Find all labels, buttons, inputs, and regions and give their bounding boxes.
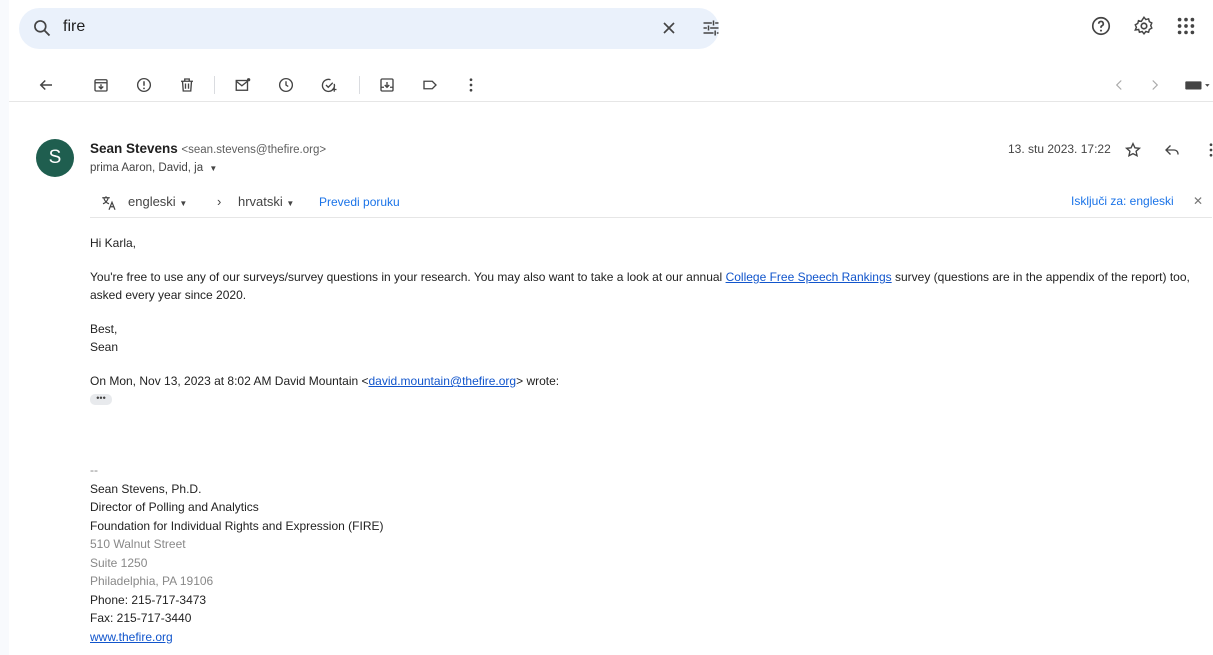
greeting: Hi Karla, (90, 236, 137, 250)
translate-arrow-icon: › (217, 194, 222, 209)
message-toolbar (9, 66, 1213, 102)
toolbar-divider (359, 76, 360, 94)
target-language-dropdown-icon[interactable]: ▼ (286, 199, 294, 208)
mark-unread-icon[interactable] (233, 75, 253, 95)
quoted-header: On Mon, Nov 13, 2023 at 8:02 AM David Mo… (90, 372, 1200, 390)
signature-city: Philadelphia, PA 19106 (90, 574, 214, 588)
sender-avatar[interactable]: S (36, 139, 74, 177)
message-date: 13. stu 2023. 17:22 (1008, 142, 1111, 156)
toolbar-divider (214, 76, 215, 94)
signature-suite: Suite 1250 (90, 555, 148, 570)
search-icon[interactable] (32, 18, 52, 38)
search-bar[interactable]: fire (19, 8, 719, 49)
recipients-text: prima Aaron, David, ja (90, 162, 204, 174)
message-body: Hi Karla, You're free to use any of our … (90, 234, 1200, 408)
message-more-icon[interactable] (1202, 141, 1213, 159)
show-trimmed-content-button[interactable]: ••• (90, 394, 112, 406)
recipients-toggle[interactable]: prima Aaron, David, ja ▼ (90, 162, 217, 174)
reply-icon[interactable] (1163, 141, 1181, 159)
translate-icon (102, 196, 116, 210)
snooze-clock-icon[interactable] (276, 75, 296, 95)
source-language-select[interactable]: engleski ▼ (128, 194, 187, 209)
more-options-icon[interactable] (461, 75, 481, 95)
target-language-select[interactable]: hrvatski ▼ (238, 194, 294, 209)
clear-search-icon[interactable] (659, 18, 679, 38)
signature: -- Sean Stevens, Ph.D. Director of Polli… (90, 461, 383, 646)
translate-bar: engleski ▼ › hrvatski ▼ Prevedi poruku I… (90, 186, 1212, 218)
delete-trash-icon[interactable] (177, 75, 197, 95)
report-spam-icon[interactable] (134, 75, 154, 95)
sender-line: Sean Stevens <sean.stevens@thefire.org> (90, 141, 326, 156)
label-icon[interactable] (420, 75, 440, 95)
closing: Best, Sean (90, 320, 1200, 356)
quote-text: On Mon, Nov 13, 2023 at 8:02 AM David Mo… (90, 374, 369, 388)
source-language-dropdown-icon[interactable]: ▼ (179, 199, 187, 208)
search-input[interactable]: fire (63, 18, 85, 36)
source-language-label: engleski (128, 194, 176, 209)
signature-website-link[interactable]: www.thefire.org (90, 630, 173, 644)
signature-phone: Phone: 215-717-3473 (90, 592, 207, 607)
sender-email: <sean.stevens@thefire.org> (181, 144, 327, 156)
body-text: You're free to use any of our surveys/su… (90, 270, 726, 284)
back-arrow-icon[interactable] (36, 75, 56, 95)
search-options-icon[interactable] (701, 18, 721, 38)
quote-text: > wrote: (516, 374, 560, 388)
translate-message-link[interactable]: Prevedi poruku (319, 195, 400, 209)
star-icon[interactable] (1124, 141, 1142, 159)
closing-name: Sean (90, 340, 119, 354)
signature-fax: Fax: 215-717-3440 (90, 611, 192, 625)
help-icon[interactable] (1090, 15, 1112, 37)
signature-title: Director of Polling and Analytics (90, 500, 259, 514)
sender-name[interactable]: Sean Stevens (90, 141, 178, 156)
body-paragraph: You're free to use any of our surveys/su… (90, 268, 1200, 304)
signature-street: 510 Walnut Street (90, 537, 186, 551)
quote-email-link[interactable]: david.mountain@thefire.org (369, 374, 517, 388)
signature-name: Sean Stevens, Ph.D. (90, 481, 202, 496)
recipients-dropdown-icon[interactable]: ▼ (209, 164, 217, 173)
close-translate-icon[interactable]: ✕ (1193, 194, 1203, 208)
signature-org: Foundation for Individual Rights and Exp… (90, 518, 384, 533)
apps-grid-icon[interactable] (1175, 15, 1197, 37)
left-rail (0, 0, 9, 655)
closing-text: Best, (90, 322, 118, 336)
rankings-link[interactable]: College Free Speech Rankings (726, 270, 892, 284)
add-to-tasks-icon[interactable] (319, 75, 339, 95)
keyboard-input-icon[interactable] (1182, 75, 1212, 95)
settings-gear-icon[interactable] (1133, 15, 1155, 37)
gmail-page: fire S Sean Stevens <sean.stevens@thefir… (0, 0, 1213, 655)
move-to-icon[interactable] (377, 75, 397, 95)
archive-icon[interactable] (91, 75, 111, 95)
target-language-label: hrvatski (238, 194, 283, 209)
older-chevron-right-icon[interactable] (1145, 75, 1165, 95)
signature-dash: -- (90, 463, 98, 477)
newer-chevron-left-icon[interactable] (1109, 75, 1129, 95)
turn-off-translate-link[interactable]: Isključi za: engleski (1071, 194, 1174, 208)
